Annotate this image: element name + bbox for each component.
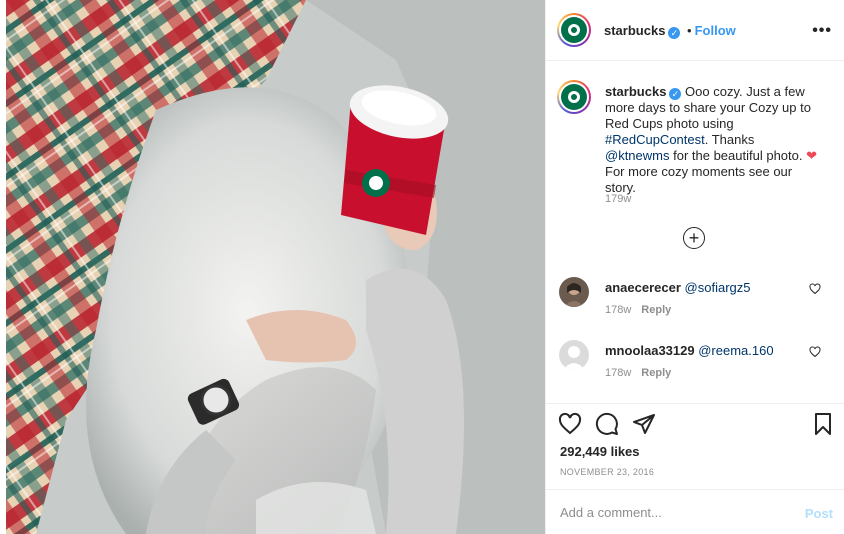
comment-meta: 178w Reply [605, 367, 671, 379]
caption-username[interactable]: starbucks [605, 84, 666, 99]
caption-body: For more cozy moments see our story. [605, 164, 793, 195]
comments-scroll-area[interactable]: starbucks ✓ Ooo cozy. Just a few more day… [546, 62, 844, 402]
starbucks-logo-icon [561, 84, 587, 110]
comment-text: mnoolaa33129 @reema.160 [605, 343, 774, 358]
like-comment-heart-icon[interactable] [809, 346, 821, 358]
plus-icon: + [688, 227, 700, 248]
avatar[interactable] [559, 340, 589, 370]
share-paper-plane-icon[interactable] [632, 412, 656, 436]
caption-body: . Thanks [704, 132, 755, 147]
caption-text: starbucks ✓ Ooo cozy. Just a few more day… [605, 84, 820, 196]
more-options-button[interactable]: ••• [812, 22, 832, 40]
comment-timestamp[interactable]: 178w [605, 367, 631, 379]
post-image [6, 0, 545, 534]
comment-bubble-icon[interactable] [595, 412, 619, 436]
likes-count[interactable]: 292,449 likes [560, 444, 640, 459]
comment-username[interactable]: anaecerecer [605, 280, 681, 295]
mention-link[interactable]: @sofiargz5 [685, 280, 751, 295]
post-header: starbucks ✓ • Follow ••• [546, 0, 844, 61]
post-comment-button[interactable]: Post [805, 506, 833, 521]
header-user-line: starbucks ✓ • Follow [604, 23, 736, 39]
save-bookmark-icon[interactable] [811, 412, 835, 436]
comment-input[interactable] [560, 505, 780, 520]
comment-meta: 178w Reply [605, 304, 671, 316]
verified-badge-icon: ✓ [669, 88, 682, 100]
header-username[interactable]: starbucks [604, 23, 665, 38]
comment-item: mnoolaa33129 @reema.160 178w Reply [546, 340, 844, 400]
caption-timestamp[interactable]: 179w [605, 193, 631, 205]
add-comment-bar: Post [546, 489, 844, 534]
like-heart-icon[interactable] [558, 412, 582, 436]
comment-username[interactable]: mnoolaa33129 [605, 343, 695, 358]
post-photo[interactable] [6, 0, 545, 534]
avatar[interactable] [559, 277, 589, 307]
reply-button[interactable]: Reply [641, 367, 671, 379]
separator-dot: • [687, 23, 692, 38]
load-more-comments-button[interactable]: + [683, 227, 705, 249]
reply-button[interactable]: Reply [641, 304, 671, 316]
comment-item: anaecerecer @sofiargz5 178w Reply [546, 277, 844, 337]
hashtag-link[interactable]: #RedCupContest [605, 132, 705, 147]
avatar[interactable] [557, 13, 591, 47]
starbucks-logo-icon [561, 17, 587, 43]
mention-link[interactable]: @reema.160 [698, 343, 773, 358]
comment-timestamp[interactable]: 178w [605, 304, 631, 316]
post-details-panel: starbucks ✓ • Follow ••• starbucks ✓ Ooo co… [545, 0, 844, 534]
verified-badge-icon: ✓ [668, 27, 681, 39]
post-actions: 292,449 likes NOVEMBER 23, 2016 Post [546, 403, 844, 534]
like-comment-heart-icon[interactable] [809, 283, 821, 295]
mention-link[interactable]: @ktnewms [605, 148, 670, 163]
caption-avatar[interactable] [557, 80, 591, 114]
follow-button[interactable]: Follow [695, 23, 736, 38]
post-date[interactable]: NOVEMBER 23, 2016 [560, 467, 654, 477]
comment-text: anaecerecer @sofiargz5 [605, 280, 750, 295]
caption-body: for the beautiful photo. [669, 148, 807, 163]
red-heart-emoji: ❤ [806, 148, 818, 163]
